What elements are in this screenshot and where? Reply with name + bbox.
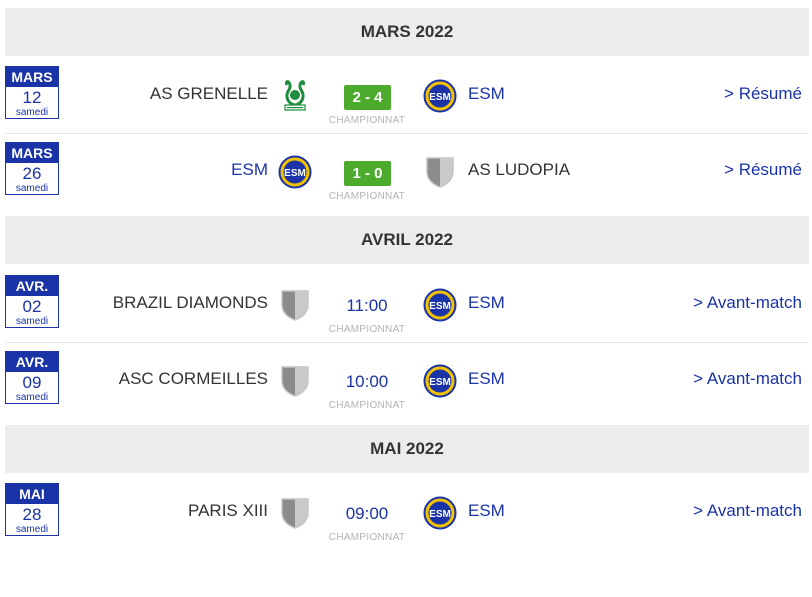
summary-link[interactable]: > Résumé xyxy=(724,84,802,104)
grenelle-logo xyxy=(278,79,312,113)
date-month: MAI xyxy=(6,484,58,504)
competition-label: CHAMPIONNAT xyxy=(328,400,406,411)
date-day: 09 xyxy=(22,373,42,392)
date-weekday: samedi xyxy=(15,392,49,403)
home-team[interactable]: BRAZIL DIAMONDS xyxy=(113,293,268,313)
date-box: AVR. 02 samedi xyxy=(5,275,59,328)
away-team[interactable]: ESM xyxy=(468,293,505,313)
away-team[interactable]: AS LUDOPIA xyxy=(468,160,570,180)
date-box: AVR. 09 samedi xyxy=(5,351,59,404)
shield-icon xyxy=(278,364,312,398)
date-weekday: samedi xyxy=(15,183,49,194)
away-team[interactable]: ESM xyxy=(468,369,505,389)
date-day: 28 xyxy=(22,505,42,524)
score-badge: 2 - 4 xyxy=(344,85,391,110)
month-header: AVRIL 2022 xyxy=(5,216,809,264)
month-header: MARS 2022 xyxy=(5,8,809,56)
esm-logo xyxy=(423,288,457,322)
kickoff-time: 10:00 xyxy=(345,372,389,391)
match-row: MARS 26 samedi ESM 1 - 0 AS LUDOPIA CHAM… xyxy=(5,134,809,212)
month-header-label: MAI 2022 xyxy=(370,439,444,458)
date-weekday: samedi xyxy=(15,524,49,535)
match-row: AVR. 02 samedi BRAZIL DIAMONDS 11:00 ESM… xyxy=(5,267,809,343)
kickoff-time: 11:00 xyxy=(346,296,388,315)
preview-link[interactable]: > Avant-match xyxy=(693,369,802,389)
home-team[interactable]: ASC CORMEILLES xyxy=(119,369,268,389)
date-weekday: samedi xyxy=(15,107,49,118)
competition-label: CHAMPIONNAT xyxy=(328,532,406,543)
score-badge: 1 - 0 xyxy=(344,161,391,186)
home-team[interactable]: PARIS XIII xyxy=(188,501,268,521)
date-box: MAI 28 samedi xyxy=(5,483,59,536)
date-month: MARS xyxy=(6,143,58,163)
preview-link[interactable]: > Avant-match xyxy=(693,501,802,521)
esm-logo xyxy=(278,155,312,189)
home-team[interactable]: ESM xyxy=(231,160,268,180)
summary-link[interactable]: > Résumé xyxy=(724,160,802,180)
date-day: 26 xyxy=(22,164,42,183)
away-team[interactable]: ESM xyxy=(468,84,505,104)
date-month: AVR. xyxy=(6,276,58,296)
competition-label: CHAMPIONNAT xyxy=(328,115,406,126)
competition-label: CHAMPIONNAT xyxy=(328,324,406,335)
date-day: 12 xyxy=(22,88,42,107)
date-month: AVR. xyxy=(6,352,58,372)
competition-label: CHAMPIONNAT xyxy=(328,191,406,202)
month-header-label: MARS 2022 xyxy=(360,22,454,41)
home-team[interactable]: AS GRENELLE xyxy=(150,84,268,104)
esm-logo xyxy=(423,79,457,113)
shield-icon xyxy=(278,288,312,322)
kickoff-time: 09:00 xyxy=(345,504,389,523)
esm-logo xyxy=(423,364,457,398)
date-day: 02 xyxy=(22,297,42,316)
away-team[interactable]: ESM xyxy=(468,501,505,521)
date-box: MARS 26 samedi xyxy=(5,142,59,195)
preview-link[interactable]: > Avant-match xyxy=(693,293,802,313)
esm-logo xyxy=(423,496,457,530)
month-header: MAI 2022 xyxy=(5,425,809,473)
match-row: MARS 12 samedi AS GRENELLE 2 - 4 ESM CHA… xyxy=(5,58,809,134)
shield-icon xyxy=(278,496,312,530)
month-header-label: AVRIL 2022 xyxy=(361,230,453,249)
match-row: AVR. 09 samedi ASC CORMEILLES 10:00 ESM … xyxy=(5,343,809,421)
shield-icon xyxy=(423,155,457,189)
date-box: MARS 12 samedi xyxy=(5,66,59,119)
date-weekday: samedi xyxy=(15,316,49,327)
date-month: MARS xyxy=(6,67,58,87)
match-row: MAI 28 samedi PARIS XIII 09:00 ESM CHAMP… xyxy=(5,475,809,553)
